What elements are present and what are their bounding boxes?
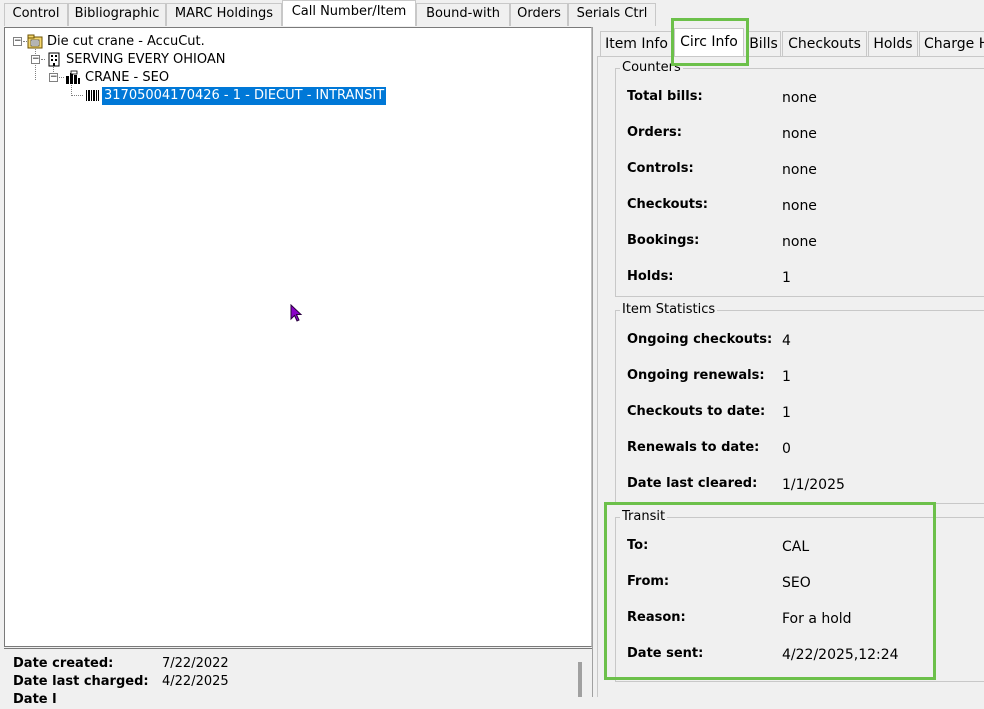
tab-label: Checkouts bbox=[788, 36, 861, 52]
tree-connector bbox=[59, 77, 64, 78]
item-statistics-group: Item Statistics Ongoing checkouts: 4 Ong… bbox=[615, 302, 984, 504]
collapse-toggle-library[interactable]: − bbox=[31, 55, 40, 64]
ongoing-renewals-value: 1 bbox=[782, 369, 791, 385]
book-title-icon bbox=[27, 34, 43, 49]
date-created-value: 7/22/2022 bbox=[162, 656, 229, 671]
tab-label: Bound-with bbox=[426, 6, 500, 21]
item-dates-panel: Date created: 7/22/2022 Date last charge… bbox=[4, 648, 592, 707]
date-created-label: Date created: bbox=[13, 656, 114, 671]
bookings-label: Bookings: bbox=[627, 233, 700, 248]
tab-call-number-item[interactable]: Call Number/Item bbox=[282, 0, 416, 26]
ongoing-renewals-label: Ongoing renewals: bbox=[627, 368, 765, 383]
circ-info-tab-highlight bbox=[671, 18, 749, 66]
date-last-cleared-label: Date last cleared: bbox=[627, 476, 758, 491]
checkouts-to-date-value: 1 bbox=[782, 405, 791, 421]
tab-bound-with[interactable]: Bound-with bbox=[416, 3, 510, 26]
tab-label: Call Number/Item bbox=[291, 4, 407, 19]
tab-label: Orders bbox=[517, 6, 561, 21]
tab-holds[interactable]: Holds bbox=[868, 31, 918, 56]
tab-label: Bibliographic bbox=[74, 6, 160, 21]
renewals-to-date-label: Renewals to date: bbox=[627, 440, 760, 455]
tree-connector bbox=[71, 95, 83, 96]
tree-node-label-selected: 31705004170426 - 1 - DIECUT - INTRANSIT bbox=[102, 87, 387, 105]
collapse-toggle-title[interactable]: − bbox=[13, 37, 22, 46]
checkouts-label: Checkouts: bbox=[627, 197, 708, 212]
building-icon bbox=[46, 52, 62, 67]
controls-label: Controls: bbox=[627, 161, 694, 176]
tree-connector bbox=[41, 59, 45, 60]
tab-charge-history[interactable]: Charge H bbox=[919, 31, 984, 56]
orders-value: none bbox=[782, 126, 817, 142]
counters-group: Counters Total bills: none Orders: none … bbox=[615, 60, 984, 297]
ongoing-checkouts-value: 4 bbox=[782, 333, 791, 349]
top-tab-strip: Control Bibliographic MARC Holdings Call… bbox=[0, 0, 984, 26]
ongoing-checkouts-label: Ongoing checkouts: bbox=[627, 332, 773, 347]
holds-value: 1 bbox=[782, 270, 791, 286]
tab-serials-ctrl[interactable]: Serials Ctrl bbox=[568, 3, 656, 26]
date-last-charged-label: Date last charged: bbox=[13, 674, 149, 689]
collapse-toggle-call-number[interactable]: − bbox=[49, 73, 58, 82]
tab-orders[interactable]: Orders bbox=[510, 3, 568, 26]
tab-label: Bills bbox=[749, 36, 778, 52]
item-statistics-title: Item Statistics bbox=[620, 302, 718, 318]
tab-label: Holds bbox=[873, 36, 913, 52]
date-partial-label: Date l bbox=[13, 692, 57, 707]
transit-section-highlight bbox=[604, 502, 936, 680]
tree-node-label: CRANE - SEO bbox=[85, 70, 170, 85]
total-bills-label: Total bills: bbox=[627, 89, 703, 104]
date-last-cleared-value: 1/1/2025 bbox=[782, 477, 845, 493]
total-bills-value: none bbox=[782, 90, 817, 106]
call-number-icon bbox=[65, 70, 81, 85]
tab-control[interactable]: Control bbox=[4, 3, 68, 26]
mouse-cursor-icon bbox=[290, 303, 304, 328]
tree-node-label: SERVING EVERY OHIOAN bbox=[66, 52, 226, 67]
tab-bills[interactable]: Bills bbox=[746, 31, 781, 56]
tree-node-label: Die cut crane - AccuCut. bbox=[47, 34, 205, 49]
checkouts-value: none bbox=[782, 198, 817, 214]
checkouts-to-date-label: Checkouts to date: bbox=[627, 404, 766, 419]
tab-marc-holdings[interactable]: MARC Holdings bbox=[166, 3, 282, 26]
holds-label: Holds: bbox=[627, 269, 674, 284]
orders-label: Orders: bbox=[627, 125, 682, 140]
tab-label: Serials Ctrl bbox=[576, 6, 648, 21]
tab-label: Charge H bbox=[924, 36, 984, 52]
renewals-to-date-value: 0 bbox=[782, 441, 791, 457]
date-last-charged-value: 4/22/2025 bbox=[162, 674, 229, 689]
tab-checkouts[interactable]: Checkouts bbox=[782, 31, 867, 56]
barcode-icon bbox=[84, 88, 100, 103]
info-scrollbar[interactable] bbox=[578, 662, 582, 697]
tab-label: MARC Holdings bbox=[174, 6, 274, 21]
tab-label: Control bbox=[12, 6, 60, 21]
item-tree-pane[interactable]: − Die cut crane - AccuCut. − SERVING EVE… bbox=[4, 27, 592, 647]
bookings-value: none bbox=[782, 234, 817, 250]
tab-bibliographic[interactable]: Bibliographic bbox=[68, 3, 166, 26]
tab-item-info[interactable]: Item Info bbox=[600, 31, 673, 56]
tab-label: Item Info bbox=[605, 36, 668, 52]
controls-value: none bbox=[782, 162, 817, 178]
